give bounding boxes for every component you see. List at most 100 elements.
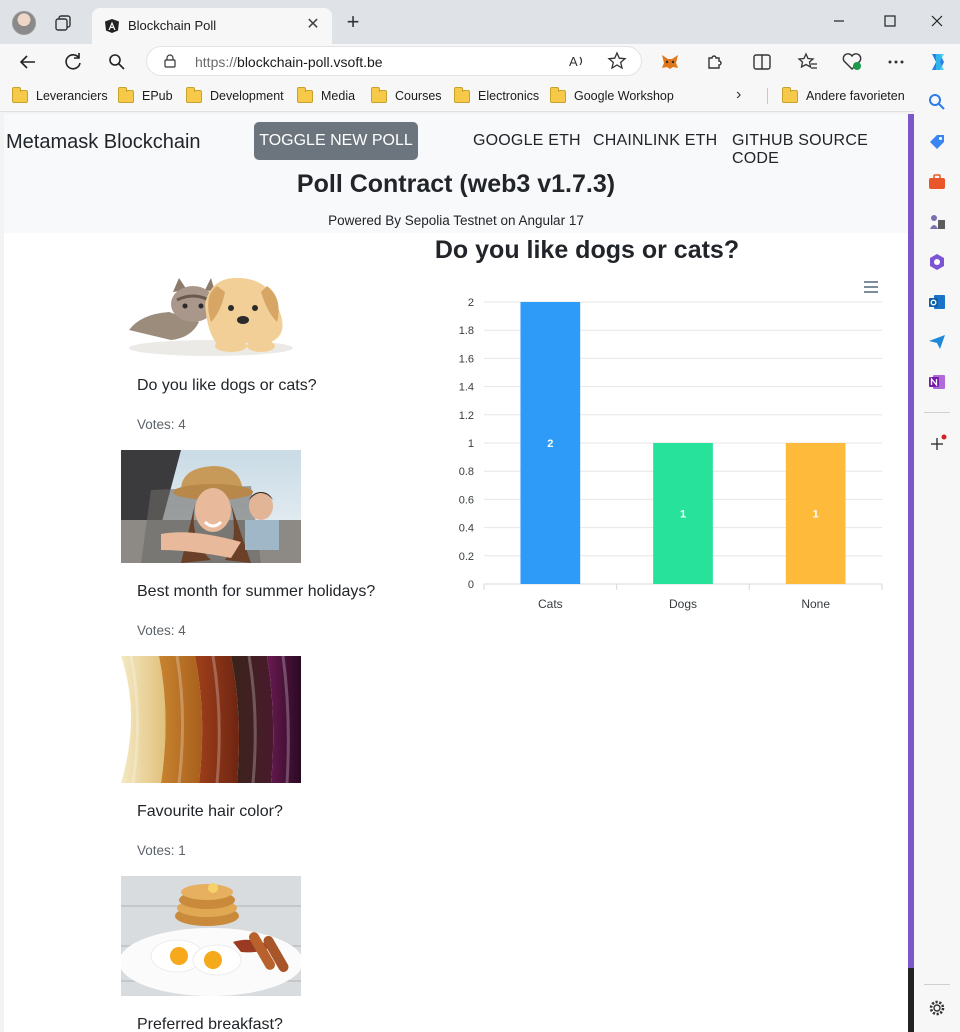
y-tick-label: 1.8 [459,325,474,337]
angular-icon [105,19,119,33]
address-bar[interactable]: https://blockchain-poll.vsoft.be A [146,46,642,76]
chevron-right-icon[interactable]: › [736,86,741,104]
bar-data-label: 1 [813,509,819,521]
tab-title: Blockchain Poll [128,18,217,33]
poll-image-summer-car [121,450,301,563]
sidebar-divider [924,984,950,985]
minimize-icon[interactable] [824,8,854,34]
browser-essentials-icon[interactable] [840,50,864,74]
edge-sidebar [914,80,960,1032]
extensions-icon[interactable] [702,50,726,74]
svg-text:A: A [569,54,578,69]
poll-question[interactable]: Do you like dogs or cats? [137,377,317,395]
y-tick-label: 1.2 [459,410,474,422]
tab-strip: Blockchain Poll ✕ + [0,0,960,44]
favorites-icon[interactable] [796,50,820,74]
close-tab-icon[interactable]: ✕ [302,14,324,36]
microsoft-365-icon[interactable] [927,252,947,272]
bookmark-folder[interactable]: Google Workshop [550,86,674,105]
search-icon[interactable] [927,92,947,112]
y-tick-label: 0.6 [459,494,474,506]
search-icon[interactable] [105,50,129,74]
browser-toolbar: https://blockchain-poll.vsoft.be A [0,44,960,80]
nav-link-chainlink-eth[interactable]: CHAINLINK ETH [593,132,717,150]
maximize-icon[interactable] [875,8,905,34]
back-icon[interactable] [16,50,40,74]
x-tick-label: Cats [538,597,563,611]
refresh-icon[interactable] [61,50,85,74]
page-scrollbar-thumb[interactable] [908,968,914,1032]
poll-question[interactable]: Best month for summer holidays? [137,583,375,601]
bookmarks-bar: Leveranciers EPub Development Media Cour… [0,80,960,112]
folder-icon [371,86,387,103]
page-subtitle: Powered By Sepolia Testnet on Angular 17 [328,213,584,228]
favorite-star-icon[interactable] [605,49,629,73]
folder-icon [12,86,28,103]
page-scrollbar-track[interactable] [908,114,914,1032]
poll-question[interactable]: Preferred breakfast? [137,1016,283,1032]
y-tick-label: 0 [468,579,474,591]
brand-title[interactable]: Metamask Blockchain [6,131,201,154]
sidebar-divider [924,412,950,413]
lock-icon[interactable] [163,54,177,68]
send-icon[interactable] [927,332,947,352]
y-tick-label: 0.4 [459,523,474,535]
folder-icon [297,86,313,103]
close-window-icon[interactable] [922,8,952,34]
folder-icon [550,86,566,103]
poll-votes: Votes: 4 [137,623,186,638]
y-tick-label: 1.6 [459,353,474,365]
chart-title: Do you like dogs or cats? [434,236,740,264]
profile-avatar[interactable] [12,11,36,35]
tools-icon[interactable] [927,172,947,192]
folder-icon [186,86,202,103]
folder-icon [118,86,134,103]
nav-link-google-eth[interactable]: GOOGLE ETH [473,132,581,150]
bookmark-folder[interactable]: Electronics [454,86,539,105]
bookmark-folder[interactable]: Courses [371,86,442,105]
bar-data-label: 1 [680,509,686,521]
page-title: Poll Contract (web3 v1.7.3) [296,170,616,198]
games-icon[interactable] [927,212,947,232]
bookmark-folder-other[interactable]: Andere favorieten [782,86,905,105]
more-menu-icon[interactable] [884,50,908,74]
active-tab[interactable]: Blockchain Poll ✕ [92,8,332,44]
y-tick-label: 1.4 [459,382,474,394]
app-navbar: Metamask Blockchain TOGGLE NEW POLL GOOG… [4,114,908,233]
copilot-icon[interactable] [926,50,950,74]
x-tick-label: None [801,597,830,611]
page-viewport: Metamask Blockchain TOGGLE NEW POLL GOOG… [4,114,908,1032]
onenote-icon[interactable] [927,372,947,392]
workspaces-icon[interactable] [54,14,72,32]
poll-image-hair-colors [121,656,301,783]
shopping-tag-icon[interactable] [927,132,947,152]
x-tick-label: Dogs [669,597,697,611]
y-tick-label: 0.8 [459,466,474,478]
poll-image-cat-dog [121,252,301,360]
read-aloud-icon[interactable]: A [565,49,589,73]
split-screen-icon[interactable] [750,50,774,74]
outlook-icon[interactable] [927,292,947,312]
y-tick-label: 1 [468,438,474,450]
add-icon[interactable] [927,434,947,454]
bookmark-folder[interactable]: EPub [118,86,173,105]
poll-question[interactable]: Favourite hair color? [137,803,283,821]
folder-icon [454,86,470,103]
nav-link-github-source[interactable]: GITHUB SOURCE CODE [732,132,908,168]
toggle-new-poll-button[interactable]: TOGGLE NEW POLL [254,122,418,160]
settings-gear-icon[interactable] [927,998,947,1018]
url-text[interactable]: https://blockchain-poll.vsoft.be [195,54,383,70]
poll-votes: Votes: 1 [137,843,186,858]
bookmark-folder[interactable]: Development [186,86,284,105]
bar-chart: 0 0.2 0.4 0.6 0.8 1 1.2 1.4 1.6 1.8 2 2 Cats 1 Dogs 1 No… [459,297,883,611]
folder-icon [782,86,798,103]
poll-votes: Votes: 4 [137,417,186,432]
poll-image-breakfast [121,876,301,996]
bar-data-label: 2 [547,438,553,450]
new-tab-button[interactable]: + [342,11,364,34]
metamask-icon[interactable] [658,50,682,74]
bookmark-folder[interactable]: Media [297,86,355,105]
y-tick-label: 0.2 [459,551,474,563]
bookmark-folder[interactable]: Leveranciers [12,86,108,105]
y-tick-label: 2 [468,297,474,309]
